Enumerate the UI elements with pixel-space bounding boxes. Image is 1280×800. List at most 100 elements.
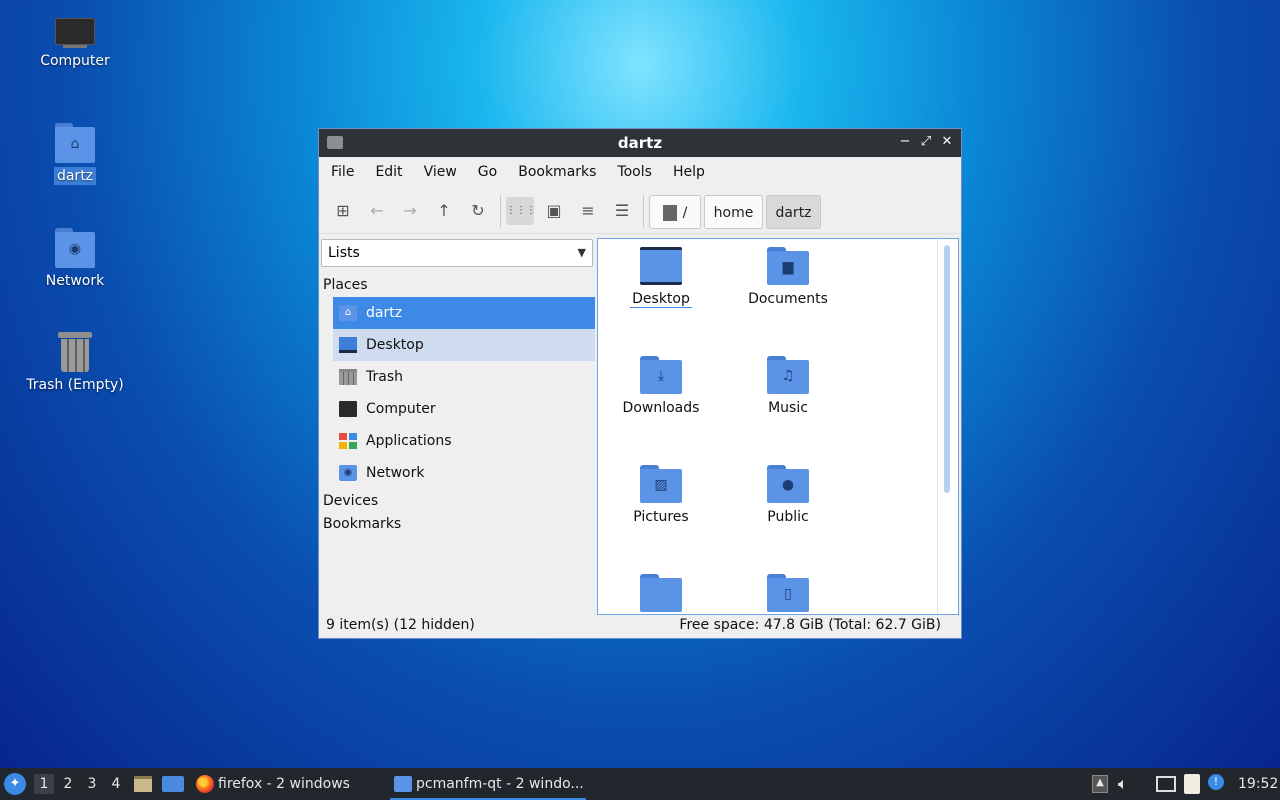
taskbar: ✦ 1 2 3 4 firefox - 2 windows pcmanfm-qt…: [0, 768, 1280, 800]
desktop-icon-home[interactable]: ⌂ dartz: [20, 123, 130, 185]
menu-bar: File Edit View Go Bookmarks Tools Help: [319, 157, 961, 187]
sidebar-item-label: Trash: [366, 369, 403, 385]
devices-header[interactable]: Devices: [323, 493, 378, 509]
trash-icon: [339, 369, 357, 385]
file-item-partial[interactable]: ▯: [733, 574, 843, 612]
task-label: pcmanfm-qt - 2 windo...: [416, 776, 584, 792]
sidebar-item-network[interactable]: ◉ Network: [333, 457, 595, 489]
close-button[interactable]: ✕: [938, 133, 956, 151]
desktop-icon-label: Trash (Empty): [26, 377, 124, 393]
bookmarks-header[interactable]: Bookmarks: [323, 516, 401, 532]
menu-tools[interactable]: Tools: [611, 164, 658, 180]
menu-go[interactable]: Go: [472, 164, 503, 180]
file-item-partial[interactable]: [606, 574, 716, 612]
window-title: dartz: [617, 134, 663, 152]
task-pcmanfm[interactable]: pcmanfm-qt - 2 windo...: [390, 768, 586, 800]
desktop-icon-label: dartz: [53, 167, 97, 185]
sidebar-item-label: Network: [366, 465, 425, 481]
desktop-icon-trash[interactable]: Trash (Empty): [20, 332, 130, 394]
compact-view-icon[interactable]: ≡: [574, 197, 602, 225]
workspace-4[interactable]: 4: [106, 774, 126, 794]
file-item-documents[interactable]: ▆ Documents: [733, 247, 843, 307]
sidebar-item-label: Applications: [366, 433, 452, 449]
desktop-icon-computer[interactable]: Computer: [20, 18, 130, 70]
public-folder-icon: ●: [767, 465, 809, 503]
menu-view[interactable]: View: [418, 164, 463, 180]
vertical-scrollbar[interactable]: [944, 245, 950, 493]
firefox-icon: [196, 775, 214, 793]
side-pane-mode-value: Lists: [328, 245, 360, 261]
file-item-label: Downloads: [622, 400, 700, 416]
path-segment-home[interactable]: home: [704, 195, 763, 229]
templates-folder-icon: ▯: [767, 574, 809, 612]
file-item-desktop[interactable]: Desktop: [606, 247, 716, 308]
icon-view-icon[interactable]: ⋮⋮⋮: [506, 197, 536, 225]
sidebar-item-applications[interactable]: Applications: [333, 425, 595, 457]
clock[interactable]: 19:52: [1238, 768, 1278, 800]
reload-icon[interactable]: ↻: [464, 197, 492, 225]
detailed-view-icon[interactable]: ☰: [608, 197, 636, 225]
new-tab-icon[interactable]: ⊞: [329, 197, 357, 225]
thumbnail-view-icon[interactable]: ▣: [540, 197, 568, 225]
maximize-button[interactable]: ⤢: [917, 133, 935, 151]
task-firefox[interactable]: firefox - 2 windows: [192, 768, 372, 800]
trash-icon: [58, 332, 92, 372]
sidebar-item-label: dartz: [366, 305, 403, 321]
update-notifier-icon[interactable]: !: [1208, 774, 1224, 790]
title-bar[interactable]: dartz − ⤢ ✕: [319, 129, 961, 157]
applications-icon: [339, 433, 357, 449]
file-item-music[interactable]: ♫ Music: [733, 356, 843, 416]
file-item-public[interactable]: ● Public: [733, 465, 843, 525]
back-icon[interactable]: ←: [363, 197, 391, 225]
folder-icon: [640, 574, 682, 612]
file-item-pictures[interactable]: ▨ Pictures: [606, 465, 716, 525]
file-item-label: Documents: [748, 291, 828, 307]
up-icon[interactable]: ↑: [430, 197, 458, 225]
home-folder-icon: ⌂: [55, 123, 95, 163]
side-pane-mode-select[interactable]: Lists ▼: [321, 239, 593, 267]
file-item-label: Public: [767, 509, 809, 525]
downloads-folder-icon: ⤓: [640, 356, 682, 394]
folder-icon: [394, 776, 412, 792]
sidebar-item-desktop[interactable]: Desktop: [333, 329, 595, 361]
file-item-downloads[interactable]: ⤓ Downloads: [606, 356, 716, 416]
workspace-2[interactable]: 2: [58, 774, 78, 794]
menu-bookmarks[interactable]: Bookmarks: [512, 164, 602, 180]
computer-icon: [55, 18, 95, 48]
path-segment-dartz[interactable]: dartz: [766, 195, 821, 229]
workspace-1[interactable]: 1: [34, 774, 54, 794]
menu-edit[interactable]: Edit: [369, 164, 408, 180]
chevron-down-icon: ▼: [577, 246, 586, 259]
sidebar-item-dartz[interactable]: ⌂ dartz: [333, 297, 595, 329]
status-item-count: 9 item(s) (12 hidden): [326, 617, 475, 633]
sidebar-item-trash[interactable]: Trash: [333, 361, 595, 393]
places-header[interactable]: Places: [323, 277, 368, 293]
network-icon[interactable]: [1156, 776, 1176, 792]
music-folder-icon: ♫: [767, 356, 809, 394]
workspace-3[interactable]: 3: [82, 774, 102, 794]
menu-help[interactable]: Help: [667, 164, 711, 180]
network-folder-icon: ◉: [339, 465, 357, 481]
forward-icon[interactable]: →: [396, 197, 424, 225]
file-item-label: Pictures: [633, 509, 689, 525]
show-desktop-icon[interactable]: [162, 776, 184, 792]
clipboard-icon[interactable]: [1184, 774, 1200, 794]
sidebar-item-label: Desktop: [366, 337, 424, 353]
computer-icon: [339, 401, 357, 417]
home-folder-icon: ⌂: [339, 305, 357, 321]
volume-icon[interactable]: 🔈︎: [1118, 768, 1128, 800]
desktop-icon-label: Network: [45, 273, 105, 289]
task-label: firefox - 2 windows: [218, 776, 350, 792]
menu-file[interactable]: File: [325, 164, 360, 180]
sidebar-item-computer[interactable]: Computer: [333, 393, 595, 425]
path-root-button[interactable]: /: [649, 195, 701, 229]
start-menu-icon[interactable]: ✦: [4, 773, 26, 795]
toolbar: ⊞ ← → ↑ ↻ ⋮⋮⋮ ▣ ≡ ☰ / home dartz: [319, 187, 961, 234]
file-manager-window: dartz − ⤢ ✕ File Edit View Go Bookmarks …: [318, 128, 962, 639]
minimize-button[interactable]: −: [896, 133, 914, 151]
file-manager-launcher-icon[interactable]: [134, 776, 152, 792]
eject-icon[interactable]: ▲: [1092, 775, 1108, 793]
file-view[interactable]: Desktop ▆ Documents ⤓ Downloads ♫ Music …: [597, 238, 959, 615]
file-item-label: Desktop: [630, 291, 692, 308]
desktop-icon-network[interactable]: ◉ Network: [20, 228, 130, 290]
